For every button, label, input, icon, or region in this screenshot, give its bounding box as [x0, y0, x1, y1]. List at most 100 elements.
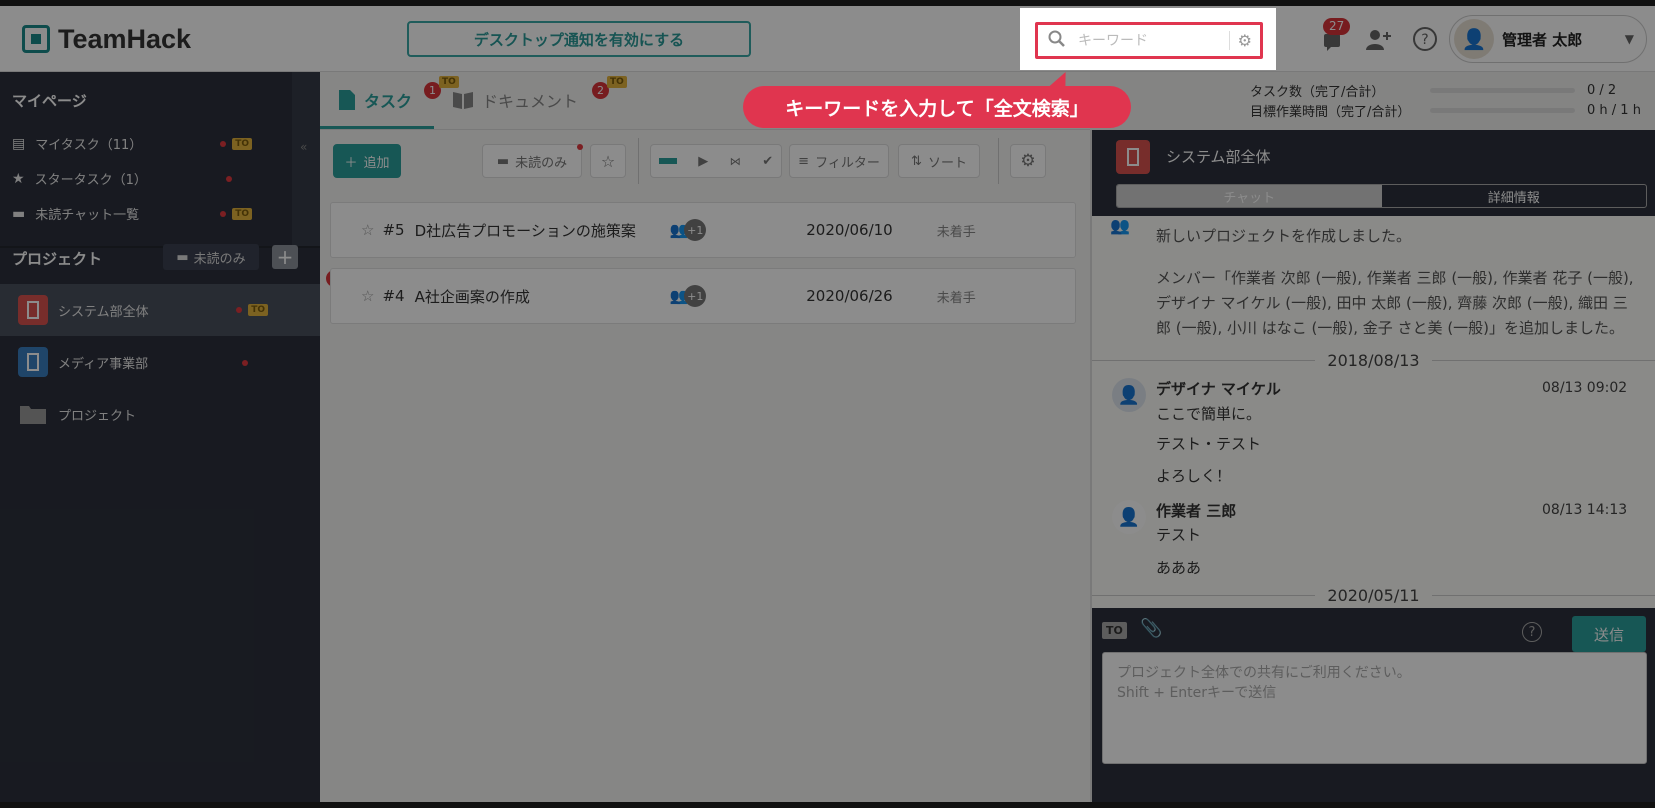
message-line: テスト・テスト — [1156, 435, 1262, 453]
tab-task[interactable]: タスク — [338, 88, 412, 112]
user-menu[interactable]: 👤 管理者 太郎 ▼ — [1449, 15, 1647, 63]
collapse-icon: « — [300, 140, 308, 154]
check-icon[interactable]: ✔ — [762, 154, 773, 169]
unread-dot — [577, 144, 583, 150]
enable-desktop-notification-button[interactable]: デスクトップ通知を有効にする — [407, 21, 751, 57]
top-header: TeamHack デスクトップ通知を有効にする 27 ? 👤 管理者 太郎 ▼ — [0, 6, 1655, 72]
help-icon[interactable]: ? — [1522, 622, 1542, 642]
to-tag: TO — [248, 304, 268, 316]
pause-icon[interactable]: ⋈ — [730, 155, 741, 168]
task-status: 未着手 — [936, 224, 976, 240]
star-filter-button[interactable]: ☆ — [590, 144, 626, 178]
status-filter-group: ▶ ⋈ ✔ — [650, 144, 782, 178]
plus-icon: ＋ — [344, 155, 358, 171]
task-number: #5 — [382, 221, 405, 239]
message-author: デザイナ マイケル — [1156, 380, 1281, 398]
message-line: ここで簡単に。 — [1156, 405, 1262, 423]
to-tag: TO — [232, 137, 252, 150]
logo-icon — [22, 25, 50, 53]
sidebar-item-my-tasks[interactable]: ▤ マイタスク（11） TO — [12, 134, 252, 153]
chat-scroll-area[interactable] — [1092, 216, 1102, 596]
chevron-down-icon: ▼ — [1624, 32, 1634, 46]
task-count-label: タスク数（完了/合計） — [1250, 84, 1385, 100]
unread-only-filter[interactable]: ▬ 未読のみ — [163, 244, 259, 270]
sidebar-item-label: マイタスク（11） — [35, 138, 143, 153]
app-window: TeamHack デスクトップ通知を有効にする 27 ? 👤 管理者 太郎 ▼ … — [0, 6, 1655, 802]
search-input[interactable] — [1076, 31, 1220, 50]
to-mention-button[interactable]: TO — [1102, 622, 1127, 639]
unread-only-button[interactable]: ▬ 未読のみ — [482, 144, 582, 178]
send-button[interactable]: 送信 — [1572, 616, 1646, 652]
task-title: A社企画案の作成 — [414, 287, 530, 306]
sidebar-item-label: 未読チャット一覧 — [35, 208, 140, 223]
task-row[interactable]: ☆ #4 A社企画案の作成 👥 +1 2020/06/26 未着手 — [330, 268, 1076, 324]
sidebar-item-star-tasks[interactable]: ★ スタータスク（1） — [12, 169, 252, 188]
work-time-value: 0 h / 1 h — [1587, 102, 1641, 118]
to-tag: TO — [439, 76, 459, 88]
avatar: 👤 — [1112, 378, 1146, 412]
project-icon — [18, 295, 48, 325]
search-callout: キーワードを入力して「全文検索」 — [743, 86, 1131, 128]
sidebar-item-project-folder[interactable]: プロジェクト — [18, 399, 268, 429]
task-number: #4 — [382, 287, 405, 305]
sort-button[interactable]: ⇅ ソート — [898, 144, 980, 178]
add-task-button[interactable]: ＋ 追加 — [333, 144, 401, 178]
tab-chat[interactable]: チャット — [1117, 185, 1382, 207]
task-progress-bar — [1430, 87, 1575, 93]
not-started-icon[interactable] — [658, 158, 677, 164]
date-separator: 2020/05/11 — [1092, 584, 1655, 606]
task-row[interactable]: ☆ #5 D社広告プロモーションの施策案 👥 +1 2020/06/10 未着手 — [330, 202, 1076, 258]
to-tag: TO — [607, 76, 627, 88]
divider — [638, 138, 639, 184]
notification-count-badge: 27 — [1323, 18, 1351, 35]
work-time-stat: 目標作業時間（完了/合計） 0 h / 1 h — [1250, 100, 1650, 120]
project-icon — [1116, 140, 1150, 174]
sidebar-collapse-handle[interactable]: « — [292, 72, 320, 246]
message-time: 08/13 14:13 — [1542, 502, 1628, 518]
chat-panel: システム部全体 チャット 詳細情報 👥 新しいプロジェクトを作成しました。 メン… — [1092, 130, 1655, 802]
date-label: 2018/08/13 — [1327, 350, 1420, 370]
teamhack-logo[interactable]: TeamHack — [22, 22, 191, 56]
project-label: メディア事業部 — [58, 356, 149, 372]
message-time: 08/13 09:02 — [1542, 380, 1628, 396]
document-icon — [339, 90, 355, 110]
main-panel: タスク 1 TO ドキュメント 2 TO ＋追加 ▬未読のみ ☆ ▶ ⋈ ✔ — [320, 72, 1090, 802]
sidebar: マイページ « ▤ マイタスク（11） TO ★ スタータスク（1） ▬ 未読チ… — [0, 72, 320, 802]
settings-button[interactable]: ⚙ — [1010, 144, 1046, 178]
add-user-icon[interactable] — [1364, 26, 1394, 54]
book-icon — [453, 92, 473, 109]
sidebar-item-system-dept[interactable]: システム部全体 TO — [18, 295, 268, 325]
folder-icon — [18, 399, 48, 429]
search-box[interactable]: ⚙ — [1035, 22, 1263, 59]
tab-detail[interactable]: 詳細情報 — [1382, 185, 1647, 207]
task-icon: ▤ — [12, 135, 26, 152]
star-icon[interactable]: ☆ — [361, 221, 374, 239]
panel-divider[interactable] — [1090, 130, 1092, 802]
attachment-icon[interactable]: 📎 — [1140, 618, 1162, 639]
sidebar-item-media-dept[interactable]: メディア事業部 — [18, 347, 268, 377]
gear-icon: ⚙ — [1020, 151, 1036, 171]
task-count-value: 0 / 2 — [1587, 82, 1617, 98]
message-line: テスト — [1156, 526, 1202, 544]
tab-document[interactable]: ドキュメント — [452, 88, 578, 112]
chat-tabs: チャット 詳細情報 — [1116, 184, 1647, 208]
system-message: メンバー「作業者 次郎 (一般), 作業者 三郎 (一般), 作業者 花子 (一… — [1156, 269, 1634, 337]
chat-input-area: TO 📎 ? 送信 プロジェクト全体での共有にご利用ください。 Shift + … — [1092, 608, 1655, 802]
message-line: あああ — [1156, 559, 1202, 577]
star-icon[interactable]: ☆ — [361, 287, 374, 305]
help-icon[interactable]: ? — [1410, 24, 1440, 54]
task-title: D社広告プロモーションの施策案 — [414, 221, 636, 240]
search-settings-icon[interactable]: ⚙ — [1228, 31, 1260, 50]
play-icon[interactable]: ▶ — [698, 154, 708, 169]
unread-dot — [220, 140, 227, 147]
sidebar-item-unread-chats[interactable]: ▬ 未読チャット一覧 TO — [12, 204, 252, 223]
work-time-label: 目標作業時間（完了/合計） — [1250, 104, 1411, 120]
chat-message-input[interactable]: プロジェクト全体での共有にご利用ください。 Shift + Enterキーで送信 — [1102, 652, 1647, 764]
unread-dot — [236, 307, 243, 313]
add-project-button[interactable]: + — [272, 245, 298, 269]
filter-button[interactable]: ≡ フィルター — [789, 144, 889, 178]
add-label: 追加 — [363, 155, 390, 171]
tab-doc-label: ドキュメント — [482, 92, 579, 111]
more-assignees: +1 — [684, 285, 707, 307]
date-separator: 2018/08/13 — [1092, 349, 1655, 371]
